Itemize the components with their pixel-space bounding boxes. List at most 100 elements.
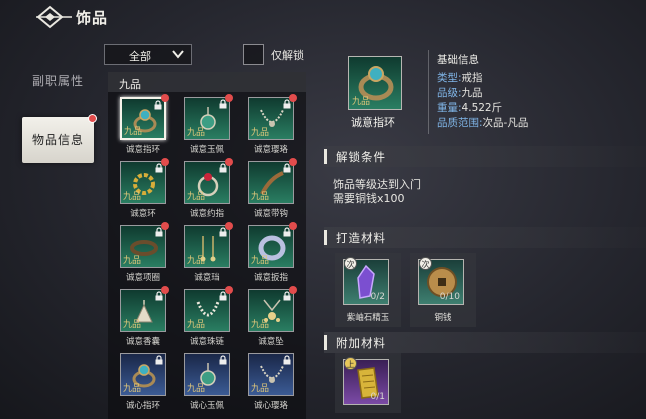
item-name: 诚意璎珞 — [253, 145, 288, 155]
info-value: 次品-凡品 — [482, 117, 529, 129]
item-slot[interactable]: 九品 诚意指环 — [120, 94, 169, 155]
item-tile: 九品 — [184, 353, 230, 396]
item-tile: 九品 — [120, 289, 166, 332]
unlocked-only-label: 仅解锁 — [271, 49, 304, 62]
item-slot[interactable]: 九品 诚心指环 — [120, 353, 166, 411]
item-slot[interactable]: 九品 诚意约指 — [184, 158, 233, 219]
item-tile: 九品 — [248, 225, 294, 268]
item-tile: 九品 — [248, 97, 294, 140]
materials-section-header: 打造材料 — [324, 227, 646, 248]
material-card[interactable]: 0/10 次 铜钱 — [410, 253, 476, 327]
notification-dot — [289, 286, 297, 294]
item-slot[interactable]: 九品 诚意项圈 — [120, 222, 169, 283]
item-grade: 九品 — [251, 384, 270, 394]
material-name: 紫岫石精玉 — [346, 313, 390, 323]
tab-item-info-label: 物品信息 — [31, 133, 84, 147]
info-value: 戒指 — [461, 72, 483, 84]
item-tile: 九品 — [248, 353, 294, 396]
item-slot[interactable]: 九品 诚意香囊 — [120, 286, 169, 347]
item-name: 诚意环 — [130, 209, 156, 219]
item-tile: 九品 — [184, 97, 230, 140]
item-tile: 九品 — [248, 161, 294, 204]
item-name: 诚意坠 — [258, 337, 284, 347]
item-grade: 九品 — [187, 192, 206, 202]
item-grade: 九品 — [251, 256, 270, 266]
item-tile: 九品 — [184, 225, 230, 268]
item-grade: 九品 — [123, 320, 142, 330]
item-slot[interactable]: 九品 诚意璎珞 — [248, 94, 297, 155]
info-value: 4.522斤 — [461, 102, 503, 114]
category-dropdown[interactable]: 全部 — [104, 44, 192, 65]
item-grade: 九品 — [187, 128, 206, 138]
back-button[interactable] — [34, 4, 74, 30]
item-name: 诚意项圈 — [125, 273, 160, 283]
info-row-type: 类型:戒指 — [437, 70, 483, 85]
info-key: 重量: — [437, 102, 462, 114]
item-slot[interactable]: 九品 诚意玉佩 — [184, 94, 233, 155]
item-slot[interactable]: 九品 诚心璎珞 — [248, 353, 294, 411]
back-arrow-icon — [36, 5, 72, 29]
selected-item-grade: 九品 — [352, 97, 371, 107]
unlock-section-title: 解锁条件 — [336, 150, 386, 164]
lock-icon — [219, 355, 227, 365]
item-list-panel[interactable]: 九品 九品 诚意指环 九品 诚意玉佩 九品 诚意璎珞 九品 诚意环 九品 诚意约指 九品 诚意带钩 九品… — [108, 72, 306, 419]
item-slot[interactable]: 九品 诚意坠 — [248, 286, 297, 347]
quality-badge: 上 — [344, 357, 357, 370]
material-count: 0/1 — [370, 392, 385, 402]
notification-dot — [225, 286, 233, 294]
top-bar: 饰品 — [0, 0, 646, 36]
section-accent — [324, 230, 327, 245]
material-count: 0/10 — [439, 292, 460, 302]
notification-dot — [161, 94, 169, 102]
item-slot[interactable]: 九品 诚意珠链 — [184, 286, 233, 347]
item-slot[interactable]: 九品 诚心玉佩 — [184, 353, 230, 411]
item-grade: 九品 — [123, 256, 142, 266]
notification-dot — [289, 222, 297, 230]
section-accent — [324, 335, 327, 350]
lock-icon — [155, 355, 163, 365]
item-grade: 九品 — [251, 128, 270, 138]
item-name: 诚意指环 — [125, 145, 160, 155]
info-row-grade: 品级:九品 — [437, 85, 483, 100]
item-name: 诚意珰 — [194, 273, 220, 283]
item-name: 诚意香囊 — [125, 337, 160, 347]
notification-dot — [88, 114, 97, 123]
item-slot[interactable]: 九品 诚意带钩 — [248, 158, 297, 219]
item-name: 诚意带钩 — [253, 209, 288, 219]
item-slot[interactable]: 九品诚意环 — [120, 158, 169, 219]
item-slot[interactable]: 九品 诚意扳指 — [248, 222, 297, 283]
info-row-quality-range: 品质范围:次品-凡品 — [437, 115, 528, 130]
info-key: 品级: — [437, 87, 462, 99]
item-tile: 九品 — [120, 161, 166, 204]
info-row-weight: 重量:4.522斤 — [437, 100, 502, 115]
info-value: 九品 — [461, 87, 483, 99]
item-name: 诚心指环 — [125, 401, 160, 411]
item-grade: 九品 — [123, 192, 142, 202]
notification-dot — [161, 222, 169, 230]
item-name: 诚意扳指 — [253, 273, 288, 283]
notification-dot — [289, 94, 297, 102]
unlocked-only-checkbox[interactable] — [243, 44, 264, 65]
material-card[interactable]: 0/2 次 紫岫石精玉 — [335, 253, 401, 327]
notification-dot — [161, 286, 169, 294]
section-title: 九品 — [119, 78, 141, 91]
unlock-section-header: 解锁条件 — [324, 146, 646, 167]
quality-badge: 次 — [344, 257, 357, 270]
material-count: 0/2 — [370, 292, 385, 302]
info-key: 类型: — [437, 72, 462, 84]
item-slot[interactable]: 九品诚意珰 — [184, 222, 233, 283]
item-grade: 九品 — [187, 256, 206, 266]
extra-material-card[interactable]: 0/1 上 — [335, 353, 401, 413]
extra-section-header: 附加材料 — [324, 332, 646, 353]
section-header: 九品 — [108, 72, 306, 92]
item-grade: 九品 — [124, 127, 143, 137]
notification-dot — [225, 222, 233, 230]
item-tile: 九品 — [184, 161, 230, 204]
tab-secondary-attributes[interactable]: 副职属性 — [26, 72, 90, 89]
item-name: 诚意珠链 — [189, 337, 224, 347]
notification-dot — [225, 94, 233, 102]
unlock-condition-line: 需要铜钱x100 — [333, 192, 405, 205]
tab-item-info[interactable]: 物品信息 — [22, 114, 97, 163]
info-key: 品质范围: — [437, 117, 483, 129]
item-grade: 九品 — [187, 320, 206, 330]
